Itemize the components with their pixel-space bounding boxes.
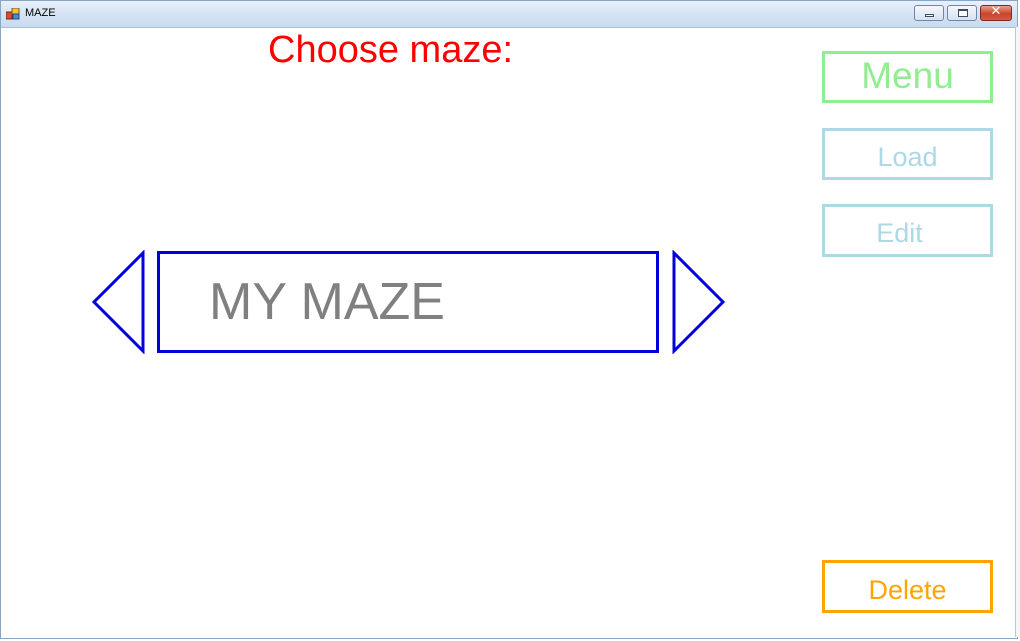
maximize-button[interactable] — [947, 5, 977, 21]
menu-button[interactable]: Menu — [822, 51, 993, 103]
close-icon: ✕ — [990, 4, 1002, 19]
previous-maze-button[interactable] — [91, 250, 147, 354]
load-button[interactable]: Load — [822, 128, 993, 180]
edit-button[interactable]: Edit — [822, 204, 993, 257]
app-icon — [6, 8, 20, 20]
app-window: MAZE ✕ Choose maze: MY MAZE Menu Load Ed… — [0, 0, 1020, 639]
window-right-edge — [1015, 27, 1020, 637]
triangle-right-icon — [672, 250, 726, 354]
minimize-button[interactable] — [914, 5, 944, 21]
selected-maze-name: MY MAZE — [209, 273, 445, 331]
triangle-left-icon — [91, 250, 145, 354]
title-bar[interactable]: MAZE ✕ — [1, 1, 1017, 28]
delete-button[interactable]: Delete — [822, 560, 993, 613]
minimize-icon — [925, 14, 934, 17]
window-title: MAZE — [25, 7, 56, 19]
maximize-icon — [958, 9, 968, 17]
next-maze-button[interactable] — [670, 250, 726, 354]
maze-selector[interactable]: MY MAZE — [157, 251, 659, 353]
close-button[interactable]: ✕ — [980, 4, 1012, 21]
page-title: Choose maze: — [268, 29, 514, 71]
